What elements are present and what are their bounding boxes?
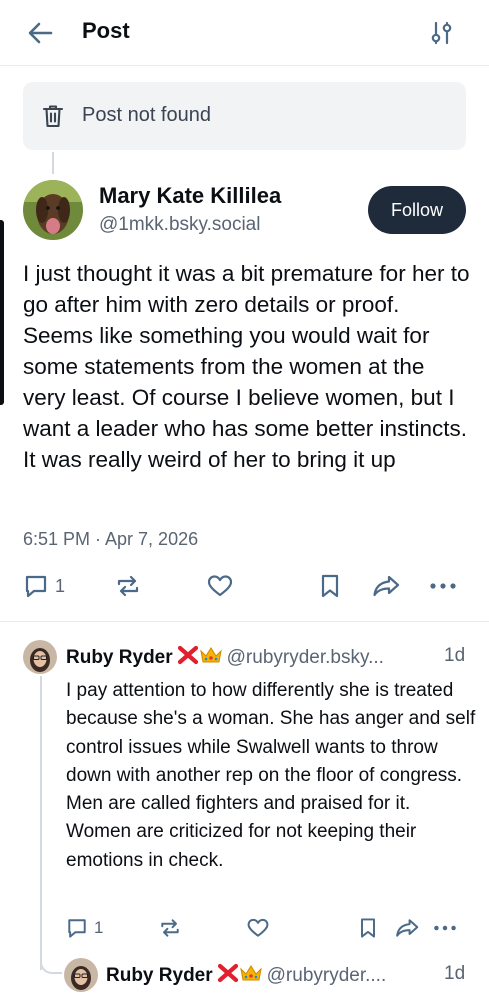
- repost-icon: [161, 919, 179, 937]
- reply-author-handle[interactable]: @rubyryder.bsky...: [227, 647, 384, 668]
- sliders-icon: [431, 21, 452, 45]
- bookmark-icon: [361, 918, 375, 938]
- thread-settings-button[interactable]: [428, 19, 456, 47]
- heart-icon: [247, 918, 269, 937]
- author-avatar[interactable]: [23, 180, 83, 240]
- page-title: Post: [82, 18, 130, 43]
- reply-count: 1: [55, 575, 66, 596]
- reply-button[interactable]: 1: [22, 572, 65, 600]
- post-text: I just thought it was a bit premature fo…: [23, 261, 470, 472]
- reply-like-button[interactable]: [246, 916, 270, 940]
- author-name[interactable]: Mary Kate Killilea: [99, 183, 281, 209]
- post-timestamp: 6:51 PM · Apr 7, 2026: [23, 529, 199, 549]
- share-button[interactable]: [371, 572, 401, 600]
- nested-reply-header: Ruby Ryder @rubyryder....: [106, 963, 386, 989]
- follow-button[interactable]: Follow: [368, 186, 466, 234]
- repost-icon: [117, 575, 139, 597]
- more-dots-icon: [430, 583, 456, 589]
- back-button[interactable]: [24, 16, 58, 50]
- post-not-found-notice: Post not found: [23, 82, 466, 150]
- cross-mark-emoji: [177, 645, 198, 665]
- heart-icon: [207, 575, 233, 597]
- reply-author-avatar[interactable]: [23, 640, 57, 674]
- share-arrow-icon: [373, 575, 400, 597]
- post-actions: 1: [0, 566, 489, 606]
- cross-mark-emoji: [217, 963, 238, 983]
- profile-badges: [177, 645, 223, 671]
- reply-text: I pay attention to how differently she i…: [66, 680, 476, 871]
- crown-emoji: [199, 647, 222, 663]
- more-dots-icon: [434, 925, 456, 931]
- reply-reply-count: 1: [94, 918, 104, 937]
- nested-reply-time: 1d: [444, 963, 466, 984]
- screen-edge-indicator: [0, 220, 4, 405]
- reply-reply-button[interactable]: 1: [65, 916, 103, 940]
- nested-reply-author-handle[interactable]: @rubyryder....: [267, 965, 387, 986]
- crown-emoji: [239, 965, 262, 981]
- divider: [0, 621, 489, 622]
- nested-reply-author-name[interactable]: Ruby Ryder: [106, 965, 213, 986]
- bookmark-icon: [321, 574, 339, 598]
- comment-icon: [25, 575, 47, 598]
- nested-reply-author-avatar[interactable]: [64, 958, 98, 992]
- reply-repost-button[interactable]: [158, 916, 182, 940]
- reply-more-options-button[interactable]: [432, 916, 458, 940]
- author-handle[interactable]: @1mkk.bsky.social: [99, 214, 260, 236]
- more-options-button[interactable]: [428, 572, 458, 600]
- bookmark-button[interactable]: [316, 572, 344, 600]
- repost-button[interactable]: [114, 572, 142, 600]
- not-found-text: Post not found: [82, 104, 211, 126]
- reply-header: Ruby Ryder @rubyryder.bsky...: [66, 645, 384, 671]
- reply-author-name[interactable]: Ruby Ryder: [66, 647, 173, 668]
- reply-share-button[interactable]: [394, 916, 420, 940]
- thread-line: [52, 152, 54, 174]
- arrow-left-icon: [28, 22, 53, 44]
- trash-icon: [42, 105, 64, 128]
- comment-icon: [68, 919, 86, 938]
- top-bar: Post: [0, 0, 489, 66]
- profile-badges: [217, 963, 263, 989]
- reply-time: 1d: [444, 645, 466, 666]
- share-arrow-icon: [396, 919, 419, 937]
- reply-actions: 1: [0, 912, 489, 952]
- like-button[interactable]: [206, 572, 234, 600]
- reply-bookmark-button[interactable]: [356, 916, 380, 940]
